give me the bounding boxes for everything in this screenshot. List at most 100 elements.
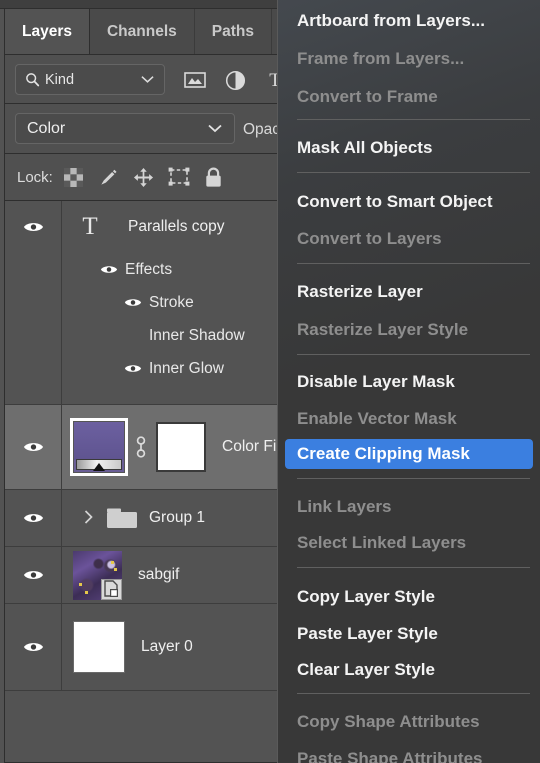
- folder-icon: [106, 507, 137, 529]
- menu-item[interactable]: Mask All Objects: [285, 133, 533, 163]
- tab-paths-label: Paths: [211, 22, 254, 40]
- menu-item[interactable]: Artboard from Layers...: [285, 6, 533, 36]
- layer-name[interactable]: Group 1: [149, 509, 205, 527]
- menu-item: Convert to Layers: [297, 229, 442, 248]
- tab-layers[interactable]: Layers: [5, 9, 90, 54]
- gradient-fill-preview: [74, 422, 124, 460]
- layer-effect-label: Inner Glow: [149, 359, 224, 377]
- table-row[interactable]: T Parallels copy Effects Stroke Inner Sh…: [5, 201, 285, 405]
- screen-root: Layers Channels Paths Kind T Color Opac …: [0, 0, 540, 763]
- layer-name[interactable]: Parallels copy: [128, 218, 225, 236]
- layer-content: Layer 0: [62, 604, 285, 690]
- eye-icon-hidden[interactable]: [124, 329, 142, 342]
- layer-name[interactable]: Layer 0: [141, 638, 193, 656]
- lock-label: Lock:: [17, 168, 53, 186]
- tab-paths[interactable]: Paths: [195, 9, 272, 54]
- layer-list: T Parallels copy Effects Stroke Inner Sh…: [5, 201, 285, 691]
- table-row[interactable]: Group 1: [5, 490, 285, 547]
- layer-visibility-toggle[interactable]: [5, 201, 62, 404]
- layer-name[interactable]: Color Fil: [222, 438, 280, 456]
- layer-effect-item[interactable]: Stroke: [62, 286, 285, 319]
- menu-item[interactable]: Copy Layer Style: [285, 582, 533, 612]
- menu-item: Link Layers: [297, 497, 392, 516]
- lock-position-icon[interactable]: [133, 166, 155, 188]
- tab-layers-label: Layers: [22, 22, 72, 40]
- layer-effect-label: Inner Shadow: [149, 326, 245, 344]
- table-row[interactable]: Color Fil: [5, 405, 285, 490]
- lock-image-pixels-icon[interactable]: [98, 166, 120, 188]
- blend-mode-value: Color: [27, 119, 66, 137]
- eye-icon[interactable]: [124, 362, 142, 375]
- menu-separator: [297, 478, 530, 479]
- layer-thumbnail[interactable]: [73, 550, 122, 600]
- tab-channels-label: Channels: [106, 22, 177, 40]
- layer-visibility-toggle[interactable]: [5, 490, 62, 546]
- menu-separator: [297, 172, 530, 173]
- menu-item: Enable Vector Mask: [297, 409, 457, 428]
- type-layer-thumbnail[interactable]: T: [68, 213, 112, 241]
- eye-icon: [23, 443, 43, 451]
- blend-mode-row: Color Opac: [5, 104, 285, 154]
- menu-separator: [297, 693, 530, 694]
- lock-row: Lock:: [5, 154, 285, 201]
- pixel-layer-filter-icon[interactable]: [183, 68, 207, 92]
- layer-visibility-toggle[interactable]: [5, 547, 62, 603]
- table-row[interactable]: Layer 0: [5, 604, 285, 691]
- layer-effects-label: Effects: [125, 260, 173, 278]
- link-mask-icon[interactable]: [133, 434, 149, 460]
- layer-effect-label: Stroke: [149, 293, 194, 311]
- menu-item[interactable]: Disable Layer Mask: [285, 367, 533, 397]
- search-icon: [25, 72, 40, 87]
- chevron-down-icon: [141, 72, 154, 88]
- menu-separator: [297, 354, 530, 355]
- menu-separator: [297, 263, 530, 264]
- menu-item: Copy Shape Attributes: [297, 712, 480, 731]
- eye-icon: [23, 571, 43, 579]
- menu-item[interactable]: Create Clipping Mask: [285, 439, 533, 469]
- layer-thumbnail[interactable]: [73, 621, 125, 673]
- layer-content: Color Fil: [62, 405, 285, 489]
- layer-visibility-toggle[interactable]: [5, 405, 62, 489]
- chevron-right-icon[interactable]: [84, 509, 96, 527]
- menu-item: Frame from Layers...: [297, 49, 465, 68]
- menu-item[interactable]: Convert to Smart Object: [285, 187, 533, 217]
- smart-object-badge-icon: [101, 578, 122, 600]
- menu-item[interactable]: Rasterize Layer: [285, 277, 533, 307]
- menu-item[interactable]: Paste Layer Style: [285, 619, 533, 649]
- menu-item: Rasterize Layer Style: [297, 320, 469, 339]
- menu-separator: [297, 567, 530, 568]
- menu-item: Convert to Frame: [297, 87, 438, 106]
- layer-visibility-toggle[interactable]: [5, 604, 62, 690]
- layer-name[interactable]: sabgif: [138, 566, 179, 584]
- filter-kind-label: Kind: [45, 71, 75, 88]
- layer-content: Group 1: [62, 490, 285, 546]
- eye-icon[interactable]: [124, 296, 142, 309]
- eye-icon: [23, 514, 43, 522]
- filter-kind-select[interactable]: Kind: [15, 64, 165, 95]
- layer-effect-item[interactable]: Inner Shadow: [62, 319, 285, 352]
- eye-icon: [23, 223, 43, 231]
- layer-mask-thumbnail[interactable]: [156, 422, 206, 472]
- lock-icon-group: [63, 166, 225, 188]
- lock-artboard-nesting-icon[interactable]: [168, 166, 190, 188]
- menu-separator: [297, 119, 530, 120]
- adjustment-layer-filter-icon[interactable]: [223, 68, 247, 92]
- gradient-slider-marker: [93, 463, 105, 471]
- eye-icon[interactable]: [100, 263, 118, 276]
- menu-item[interactable]: Clear Layer Style: [285, 655, 533, 685]
- menu-item: Select Linked Layers: [297, 533, 467, 552]
- menu-item: Paste Shape Attributes: [297, 749, 483, 763]
- layer-effects-row[interactable]: Effects: [62, 253, 285, 286]
- table-row[interactable]: sabgif: [5, 547, 285, 604]
- layer-filter-row: Kind T: [5, 55, 285, 104]
- eye-icon: [23, 643, 43, 651]
- blend-mode-select[interactable]: Color: [15, 113, 235, 144]
- layer-content: sabgif: [62, 547, 285, 603]
- layer-main-line: T Parallels copy: [62, 201, 285, 253]
- lock-all-icon[interactable]: [203, 166, 225, 188]
- layer-effect-item[interactable]: Inner Glow: [62, 352, 285, 385]
- lock-transparent-pixels-icon[interactable]: [63, 166, 85, 188]
- tab-channels[interactable]: Channels: [90, 9, 195, 54]
- layer-thumbnail[interactable]: [70, 418, 128, 476]
- text-layer-content: T Parallels copy Effects Stroke Inner Sh…: [62, 201, 285, 404]
